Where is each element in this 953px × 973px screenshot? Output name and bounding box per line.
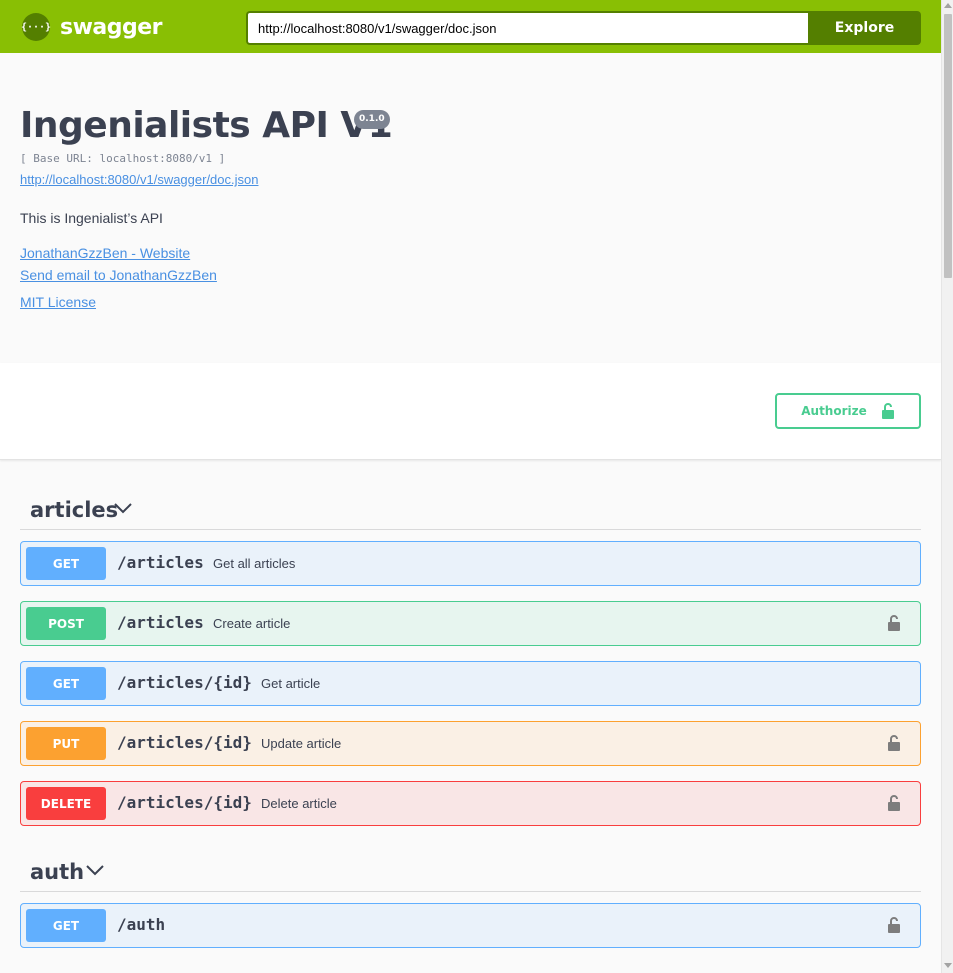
operation-get-auth[interactable]: GET /auth — [20, 903, 921, 948]
tag-name: auth — [30, 860, 85, 884]
operation-summary: Get article — [261, 676, 321, 691]
operation-summary: Get all articles — [213, 556, 296, 571]
operation-summary: Create article — [213, 616, 291, 631]
chevron-down-icon — [114, 503, 132, 514]
base-url: [ Base URL: localhost:8080/v1 ] — [20, 152, 226, 165]
operation-summary: Delete article — [261, 796, 337, 811]
authorize-button[interactable]: Authorize — [775, 393, 921, 429]
swagger-logo-icon: {···} — [21, 13, 51, 41]
operation-get-article[interactable]: GET /articles/{id} Get article — [20, 661, 921, 706]
api-description: This is Ingenialist’s API — [20, 210, 163, 226]
method-badge: GET — [26, 547, 106, 580]
method-badge: GET — [26, 909, 106, 942]
operation-path: /auth — [117, 915, 166, 934]
swagger-logo[interactable]: {···} swagger — [21, 13, 163, 41]
operation-delete-article[interactable]: DELETE /articles/{id} Delete article — [20, 781, 921, 826]
spec-json-link[interactable]: http://localhost:8080/v1/swagger/doc.jso… — [20, 172, 258, 187]
operation-post-articles[interactable]: POST /articles Create article — [20, 601, 921, 646]
operation-path: /articles — [117, 613, 204, 632]
vertical-scrollbar[interactable] — [941, 0, 953, 973]
unlocked-lock-icon[interactable] — [887, 614, 901, 632]
page-title: Ingenialists API V1 — [20, 105, 393, 146]
unlocked-lock-icon — [881, 403, 894, 419]
scroll-up-arrow-icon[interactable] — [944, 3, 952, 8]
method-badge: POST — [26, 607, 106, 640]
unlocked-lock-icon[interactable] — [887, 734, 901, 752]
operation-path: /articles — [117, 553, 204, 572]
operation-path: /articles/{id} — [117, 733, 252, 752]
method-badge: PUT — [26, 727, 106, 760]
scheme-container: Authorize — [0, 363, 941, 460]
logo-text: swagger — [60, 14, 163, 40]
unlocked-lock-icon[interactable] — [887, 794, 901, 812]
version-badge: 0.1.0 — [354, 110, 390, 129]
authorize-label: Authorize — [801, 404, 867, 418]
tag-auth-header[interactable]: auth — [20, 852, 921, 892]
operation-put-article[interactable]: PUT /articles/{id} Update article — [20, 721, 921, 766]
spec-url-input[interactable] — [246, 11, 809, 45]
operation-path: /articles/{id} — [117, 673, 252, 692]
chevron-down-icon — [86, 865, 104, 876]
license-link[interactable]: MIT License — [20, 294, 96, 310]
scrollbar-thumb[interactable] — [944, 14, 952, 278]
contact-email-link[interactable]: Send email to JonathanGzzBen — [20, 267, 217, 283]
api-info: Ingenialists API V1 0.1.0 [ Base URL: lo… — [0, 53, 941, 363]
explore-button[interactable]: Explore — [808, 11, 921, 45]
operation-get-articles[interactable]: GET /articles Get all articles — [20, 541, 921, 586]
method-badge: GET — [26, 667, 106, 700]
contact-website-link[interactable]: JonathanGzzBen - Website — [20, 245, 190, 261]
scroll-down-arrow-icon[interactable] — [944, 963, 952, 968]
topbar: {···} swagger Explore — [0, 0, 941, 53]
operation-path: /articles/{id} — [117, 793, 252, 812]
unlocked-lock-icon[interactable] — [887, 916, 901, 934]
tag-articles-header[interactable]: articles — [20, 490, 921, 530]
tag-name: articles — [30, 498, 119, 522]
operation-summary: Update article — [261, 736, 342, 751]
method-badge: DELETE — [26, 787, 106, 820]
